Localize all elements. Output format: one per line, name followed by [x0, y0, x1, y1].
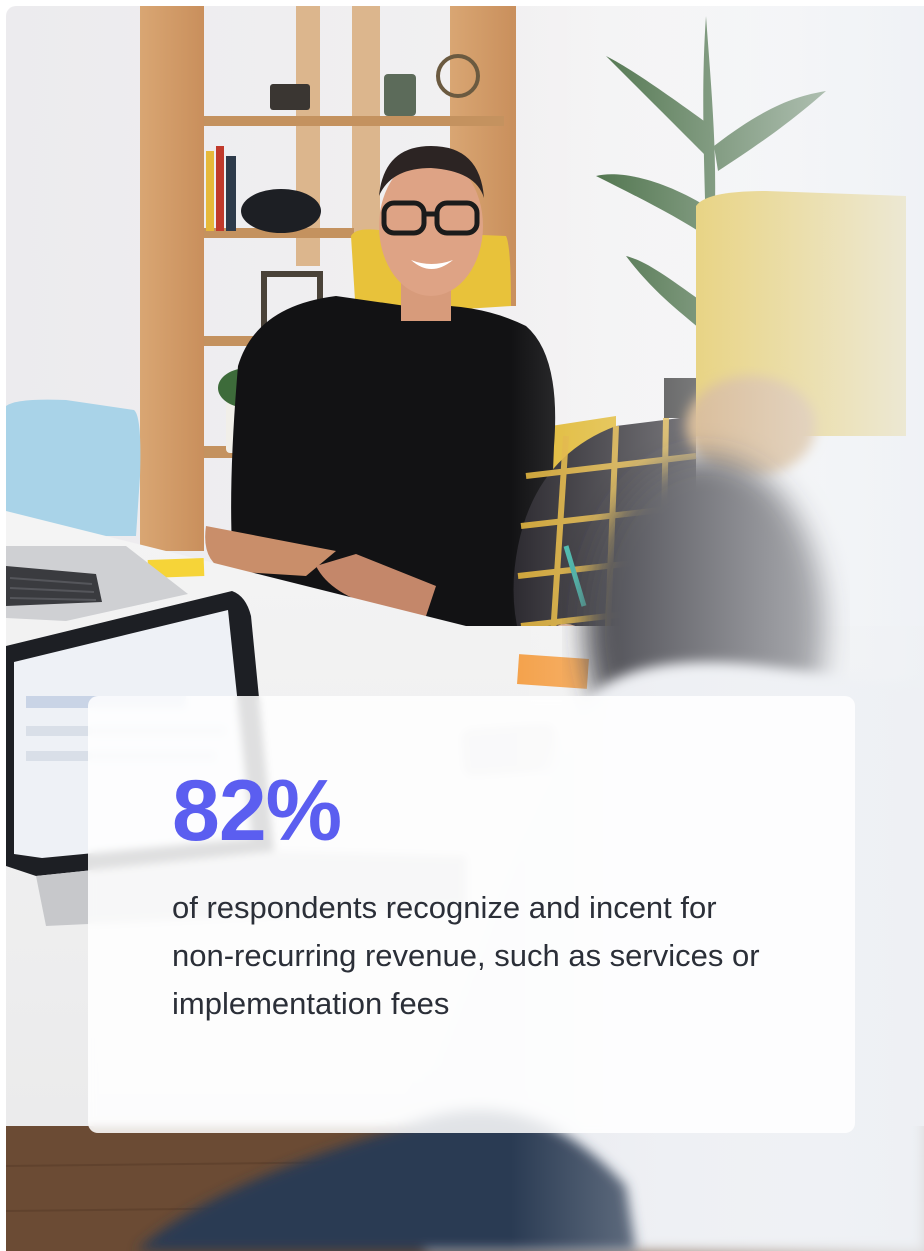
stat-description: of respondents recognize and incent for …	[172, 890, 760, 1021]
stat-value: 82%	[172, 763, 342, 859]
stat-card: 82% of respondents recognize and incent …	[88, 696, 855, 1133]
hero-photo: 82% of respondents recognize and incent …	[6, 6, 924, 1251]
